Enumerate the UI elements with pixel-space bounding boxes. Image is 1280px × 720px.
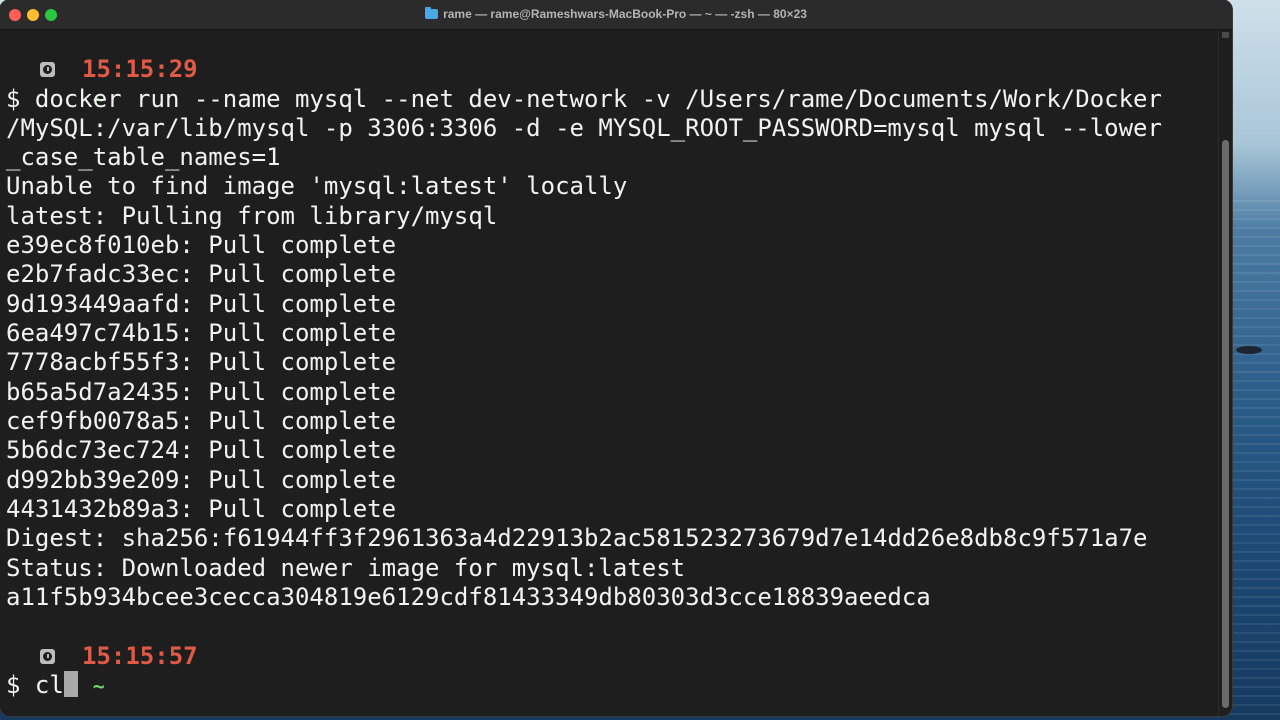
terminal-window[interactable]: rame — rame@Rameshwars-MacBook-Pro — ~ —… bbox=[0, 0, 1232, 716]
output-line: 9d193449aafd: Pull complete bbox=[6, 290, 397, 318]
output-line: 4431432b89a3: Pull complete bbox=[6, 495, 397, 523]
scrollbar-thumb[interactable] bbox=[1222, 140, 1229, 708]
output-line: Status: Downloaded newer image for mysql… bbox=[6, 554, 686, 582]
prompt-directory: ~ bbox=[92, 674, 105, 698]
clock-icon bbox=[40, 649, 55, 664]
output-line: cef9fb0078a5: Pull complete bbox=[6, 407, 397, 435]
terminal-content[interactable]: ~ 15:15:29 $ docker run --name mysql --n… bbox=[0, 30, 1218, 716]
command-line: /MySQL:/var/lib/mysql -p 3306:3306 -d -e… bbox=[6, 114, 1162, 142]
scrollbar[interactable] bbox=[1218, 30, 1232, 716]
window-titlebar[interactable]: rame — rame@Rameshwars-MacBook-Pro — ~ —… bbox=[0, 0, 1232, 30]
output-line: 7778acbf55f3: Pull complete bbox=[6, 348, 397, 376]
output-line: Unable to find image 'mysql:latest' loca… bbox=[6, 172, 628, 200]
desktop-wallpaper-rock bbox=[1236, 346, 1262, 354]
output-line: 5b6dc73ec724: Pull complete bbox=[6, 436, 397, 464]
command-line: $ docker run --name mysql --net dev-netw… bbox=[6, 85, 1162, 113]
input-line[interactable]: $ cl bbox=[6, 671, 78, 700]
prompt-time: 15:15:29 bbox=[82, 55, 198, 83]
prompt-time: 15:15:57 bbox=[82, 642, 198, 670]
output-line: 6ea497c74b15: Pull complete bbox=[6, 319, 397, 347]
output-line: e2b7fadc33ec: Pull complete bbox=[6, 260, 397, 288]
output-line: a11f5b934bcee3cecca304819e6129cdf8143334… bbox=[6, 583, 931, 611]
output-line: b65a5d7a2435: Pull complete bbox=[6, 378, 397, 406]
window-title-container: rame — rame@Rameshwars-MacBook-Pro — ~ —… bbox=[0, 0, 1232, 29]
window-title: rame — rame@Rameshwars-MacBook-Pro — ~ —… bbox=[443, 7, 807, 21]
output-line: e39ec8f010eb: Pull complete bbox=[6, 231, 397, 259]
command-line: _case_table_names=1 bbox=[6, 143, 281, 171]
clock-icon bbox=[40, 62, 55, 77]
current-input[interactable]: $ cl bbox=[6, 671, 64, 699]
output-line: latest: Pulling from library/mysql bbox=[6, 202, 498, 230]
folder-icon bbox=[425, 7, 439, 19]
prompt-header: ~ 15:15:29 bbox=[6, 55, 406, 111]
output-line: d992bb39e209: Pull complete bbox=[6, 466, 397, 494]
prompt-header: ~ 15:15:57 bbox=[6, 642, 406, 698]
output-line: Digest: sha256:f61944ff3f2961363a4d22913… bbox=[6, 524, 1148, 552]
text-cursor bbox=[63, 671, 78, 697]
scroll-up-arrow-icon[interactable] bbox=[1222, 32, 1229, 38]
